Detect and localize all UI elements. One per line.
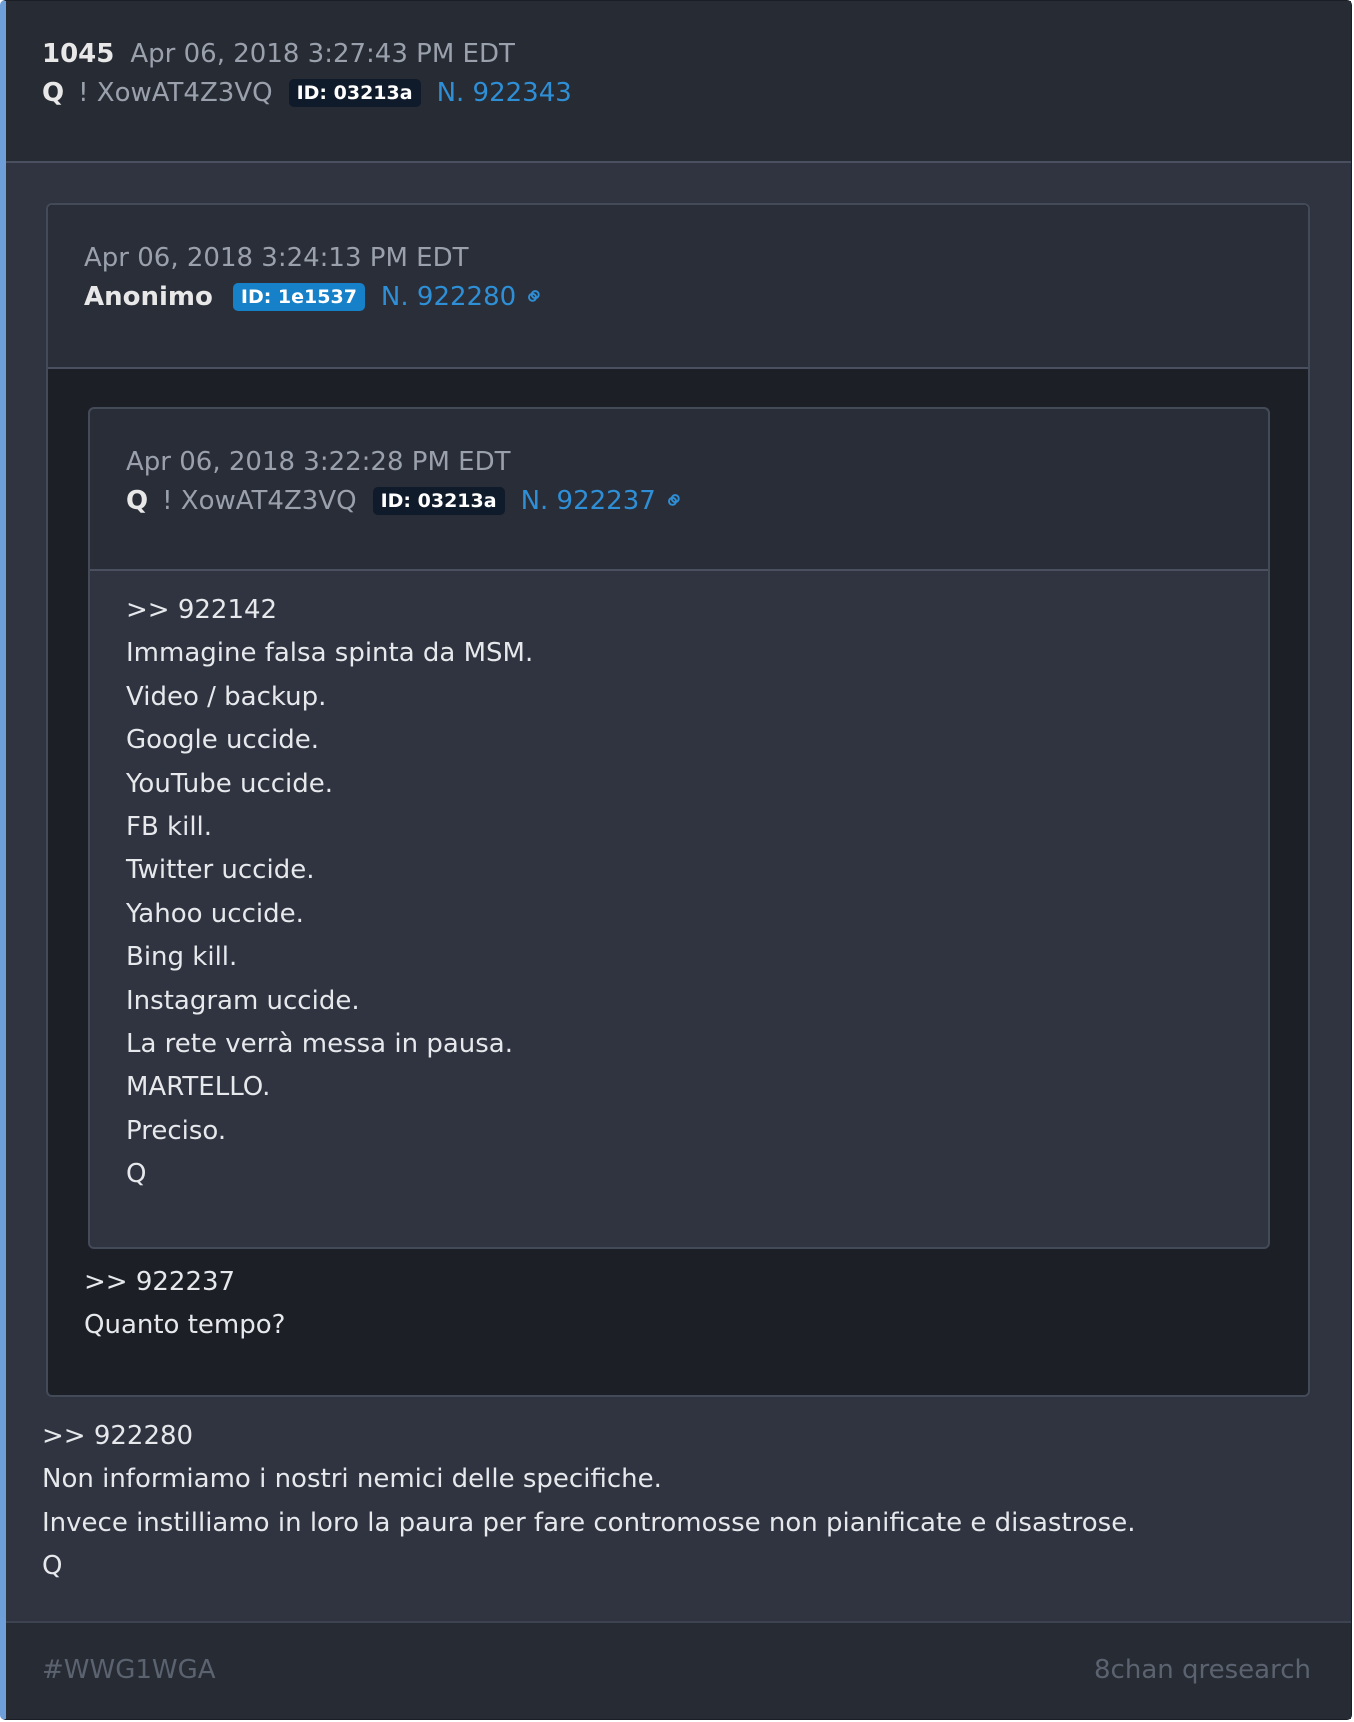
message-line: Video / backup.	[126, 681, 327, 712]
quoted-outer-author: Anonimo	[84, 282, 213, 312]
message-line: Preciso.	[126, 1115, 227, 1146]
message-line: Q	[126, 1159, 147, 1190]
message-line: Google uccide.	[126, 725, 320, 756]
quoted-inner-timestamp: Apr 06, 2018 3:22:28 PM EDT	[126, 447, 511, 477]
post-tripcode: ! XowAT4Z3VQ	[78, 78, 273, 108]
message-line: Q	[42, 1551, 63, 1582]
post-meta-line: 1045 Apr 06, 2018 3:27:43 PM EDT	[42, 39, 515, 69]
chain-link-icon[interactable]: ⚭	[656, 483, 693, 520]
post-author-line: Q ! XowAT4Z3VQ ID: 03213a N. 922343	[42, 78, 572, 108]
post-id-badge: ID: 03213a	[288, 79, 421, 107]
message-line: La rete verrà messa in pausa.	[126, 1029, 513, 1060]
quoted-inner-author: Q	[126, 486, 149, 516]
hashtag-label: #WWG1WGA	[42, 1655, 216, 1685]
quoted-post-inner: Apr 06, 2018 3:22:28 PM EDT Q ! XowAT4Z3…	[88, 407, 1270, 1249]
message-line: Immagine falsa spinta da MSM.	[126, 638, 534, 669]
quoted-inner-author-line: Q ! XowAT4Z3VQ ID: 03213a N. 922237 ⚭	[126, 483, 693, 520]
message-line: Non informiamo i nostri nemici delle spe…	[42, 1464, 662, 1495]
quoted-inner-tripcode: ! XowAT4Z3VQ	[162, 486, 357, 516]
message-line: FB kill.	[126, 812, 213, 843]
quoted-post-outer-header: Apr 06, 2018 3:24:13 PM EDT Anonimo ID: …	[48, 205, 1308, 369]
quoted-inner-id-badge: ID: 03213a	[372, 487, 505, 515]
post-card: 1045 Apr 06, 2018 3:27:43 PM EDT Q ! Xow…	[0, 0, 1352, 1720]
post-number: 1045	[42, 39, 115, 69]
quoted-outer-message: >> 922237 Quanto tempo?	[84, 1261, 285, 1348]
board-label: 8chan qresearch	[1094, 1655, 1311, 1685]
post-number-link[interactable]: N. 922343	[437, 78, 572, 108]
quoted-outer-author-line: Anonimo ID: 1e1537 N. 922280 ⚭	[84, 279, 553, 316]
quoted-inner-meta-line: Apr 06, 2018 3:22:28 PM EDT	[126, 447, 511, 477]
quoted-outer-timestamp: Apr 06, 2018 3:24:13 PM EDT	[84, 243, 469, 273]
message-line: Instagram uccide.	[126, 985, 360, 1016]
message-line: YouTube uccide.	[126, 768, 334, 799]
quoted-outer-number-link[interactable]: N. 922280	[381, 282, 516, 312]
reply-reference-link[interactable]: >> 922280	[42, 1415, 1135, 1458]
message-line: Invece instilliamo in loro la paura per …	[42, 1507, 1136, 1538]
chain-link-icon[interactable]: ⚭	[517, 279, 554, 316]
quoted-outer-id-badge: ID: 1e1537	[232, 283, 365, 311]
quoted-post-inner-header: Apr 06, 2018 3:22:28 PM EDT Q ! XowAT4Z3…	[90, 409, 1268, 571]
reply-reference-link[interactable]: >> 922237	[84, 1261, 285, 1304]
post-timestamp: Apr 06, 2018 3:27:43 PM EDT	[130, 39, 515, 69]
quoted-inner-number-link[interactable]: N. 922237	[521, 486, 656, 516]
quoted-inner-message: >> 922142 Immagine falsa spinta da MSM. …	[126, 589, 533, 1197]
reply-reference-link[interactable]: >> 922142	[126, 589, 533, 632]
post-footer: #WWG1WGA 8chan qresearch	[6, 1621, 1351, 1719]
post-author: Q	[42, 78, 65, 108]
quoted-post-outer: Apr 06, 2018 3:24:13 PM EDT Anonimo ID: …	[46, 203, 1310, 1397]
post-header: 1045 Apr 06, 2018 3:27:43 PM EDT Q ! Xow…	[6, 1, 1351, 163]
message-line: Twitter uccide.	[126, 855, 315, 886]
message-line: Yahoo uccide.	[126, 898, 304, 929]
post-message: >> 922280 Non informiamo i nostri nemici…	[42, 1415, 1135, 1589]
message-line: Quanto tempo?	[84, 1310, 286, 1341]
quoted-outer-meta-line: Apr 06, 2018 3:24:13 PM EDT	[84, 243, 469, 273]
message-line: Bing kill.	[126, 942, 238, 973]
message-line: MARTELLO.	[126, 1072, 271, 1103]
